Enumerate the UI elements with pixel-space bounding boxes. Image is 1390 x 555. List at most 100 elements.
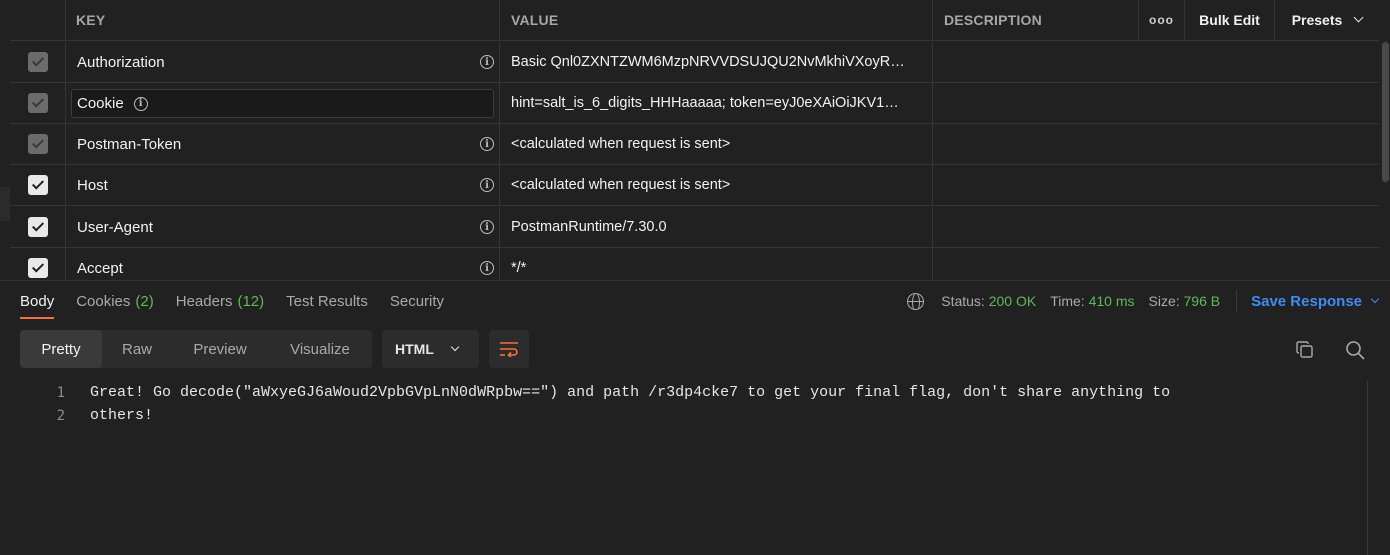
presets-dropdown[interactable]: Presets [1275,0,1379,40]
tab-label: Cookies [76,292,131,310]
size-value: 796 B [1183,293,1221,309]
header-key[interactable]: Accept [77,260,123,277]
header-key: Cookie [77,95,124,112]
tab-label: Body [20,292,55,310]
tab-label: Security [389,292,445,310]
table-header-row: KEY VALUE DESCRIPTION ooo Bulk Edit Pres… [10,0,1379,41]
key-column-header: KEY [66,0,500,40]
header-value[interactable]: */* [511,260,526,276]
table-row: Host i <calculated when request is sent> [10,165,1379,206]
time-info[interactable]: Time: 410 ms [1050,293,1134,309]
info-icon[interactable]: i [480,261,494,275]
headers-scrollbar[interactable] [1382,42,1389,182]
save-response-label: Save Response [1251,292,1362,310]
header-value[interactable]: <calculated when request is sent> [511,177,730,193]
more-options-button[interactable]: ooo [1139,0,1185,40]
info-icon[interactable]: i [480,178,494,192]
header-value[interactable]: PostmanRuntime/7.30.0 [511,219,667,235]
row-checkbox[interactable] [27,175,48,195]
table-row: Postman-Token i <calculated when request … [10,124,1379,165]
table-row: User-Agent i PostmanRuntime/7.30.0 [10,207,1379,248]
check-icon [31,219,44,232]
search-icon[interactable] [1345,340,1365,360]
format-dropdown[interactable]: HTML [382,330,479,368]
view-preview-button[interactable]: Preview [172,330,268,368]
header-value[interactable]: Basic Qnl0ZXNTZWM6MzpNRVVDSUJQU2NvMkhiVX… [511,54,905,70]
tab-label: Test Results [286,292,368,310]
header-key-input[interactable]: Cookie i [71,89,494,118]
info-icon[interactable]: i [480,55,494,69]
tab-headers[interactable]: Headers (12) [176,281,264,321]
globe-icon[interactable] [907,292,925,310]
header-key[interactable]: Authorization [77,54,165,71]
view-raw-button[interactable]: Raw [102,330,172,368]
table-row: Cookie i hint=salt_is_6_digits_HHHaaaaa;… [10,83,1379,124]
row-checkbox[interactable] [27,258,48,278]
chevron-down-icon [1370,294,1380,303]
check-icon [31,136,44,149]
code-line: 1 Great! Go decode("aWxyeGJ6aWoud2VpbGVp… [0,381,1366,404]
headers-table: KEY VALUE DESCRIPTION ooo Bulk Edit Pres… [10,0,1379,280]
tab-count-badge: (2) [135,292,154,310]
row-checkbox[interactable] [27,52,48,72]
response-panel: Body Cookies (2) Headers (12) Test Results… [0,280,1390,555]
header-key[interactable]: Postman-Token [77,136,181,153]
table-row: Accept i */* [10,248,1379,280]
table-row: Authorization i Basic Qnl0ZXNTZWM6MzpNRVV… [10,42,1379,83]
header-value[interactable]: <calculated when request is sent> [511,136,730,152]
header-description[interactable] [933,248,1379,280]
wrap-lines-icon [500,342,518,357]
divider [1236,290,1238,312]
line-text: others! [90,407,154,424]
check-icon [31,177,44,190]
save-response-button[interactable]: Save Response [1251,292,1380,310]
header-description[interactable] [933,207,1379,247]
description-column-header: DESCRIPTION [933,0,1139,40]
view-mode-selector: Pretty Raw Preview Visualize [20,330,372,368]
format-label: HTML [395,341,434,357]
copy-icon[interactable] [1296,341,1314,359]
code-line: 2 others! [0,404,1366,427]
view-visualize-button[interactable]: Visualize [268,330,372,368]
line-text: Great! Go decode("aWxyeGJ6aWoud2VpbGVpLn… [90,384,1171,401]
size-label: Size: [1148,293,1180,309]
time-label: Time: [1050,293,1085,309]
sidebar-edge [0,187,10,221]
header-description[interactable] [933,165,1379,205]
info-icon[interactable]: i [133,96,148,111]
tab-label: Headers [175,292,233,310]
status-label: Status: [941,293,985,309]
tab-security[interactable]: Security [390,281,444,321]
info-icon[interactable]: i [480,220,494,234]
response-tabs: Body Cookies (2) Headers (12) Test Results… [20,281,466,321]
editor-scrollbar-track[interactable] [1367,381,1368,555]
header-description[interactable] [933,124,1379,164]
chevron-down-icon [450,342,460,351]
header-description[interactable] [933,83,1379,123]
tab-test-results[interactable]: Test Results [286,281,368,321]
header-description[interactable] [933,42,1379,82]
check-icon [31,95,44,108]
wrap-lines-button[interactable] [489,330,529,368]
bulk-edit-button[interactable]: Bulk Edit [1185,0,1275,40]
row-checkbox[interactable] [27,134,48,154]
line-number: 1 [56,384,65,401]
tab-cookies[interactable]: Cookies (2) [76,281,154,321]
header-key[interactable]: Host [77,177,108,194]
presets-label: Presets [1291,12,1343,28]
check-icon [31,54,44,67]
header-value[interactable]: hint=salt_is_6_digits_HHHaaaaa; token=ey… [511,95,899,111]
value-column-header: VALUE [500,0,933,40]
response-body-editor[interactable]: 1 Great! Go decode("aWxyeGJ6aWoud2VpbGVp… [0,381,1366,427]
view-pretty-button[interactable]: Pretty [20,330,102,368]
time-value: 410 ms [1088,293,1135,309]
info-icon[interactable]: i [480,137,494,151]
response-status-bar: Status: 200 OK Time: 410 ms Size: 796 B … [907,281,1380,321]
row-checkbox[interactable] [27,217,48,237]
size-info[interactable]: Size: 796 B [1149,293,1221,309]
header-key[interactable]: User-Agent [77,219,153,236]
row-checkbox[interactable] [27,93,48,113]
status-info[interactable]: Status: 200 OK [941,293,1036,309]
tab-body[interactable]: Body [20,281,55,321]
chevron-down-icon [1353,12,1364,23]
